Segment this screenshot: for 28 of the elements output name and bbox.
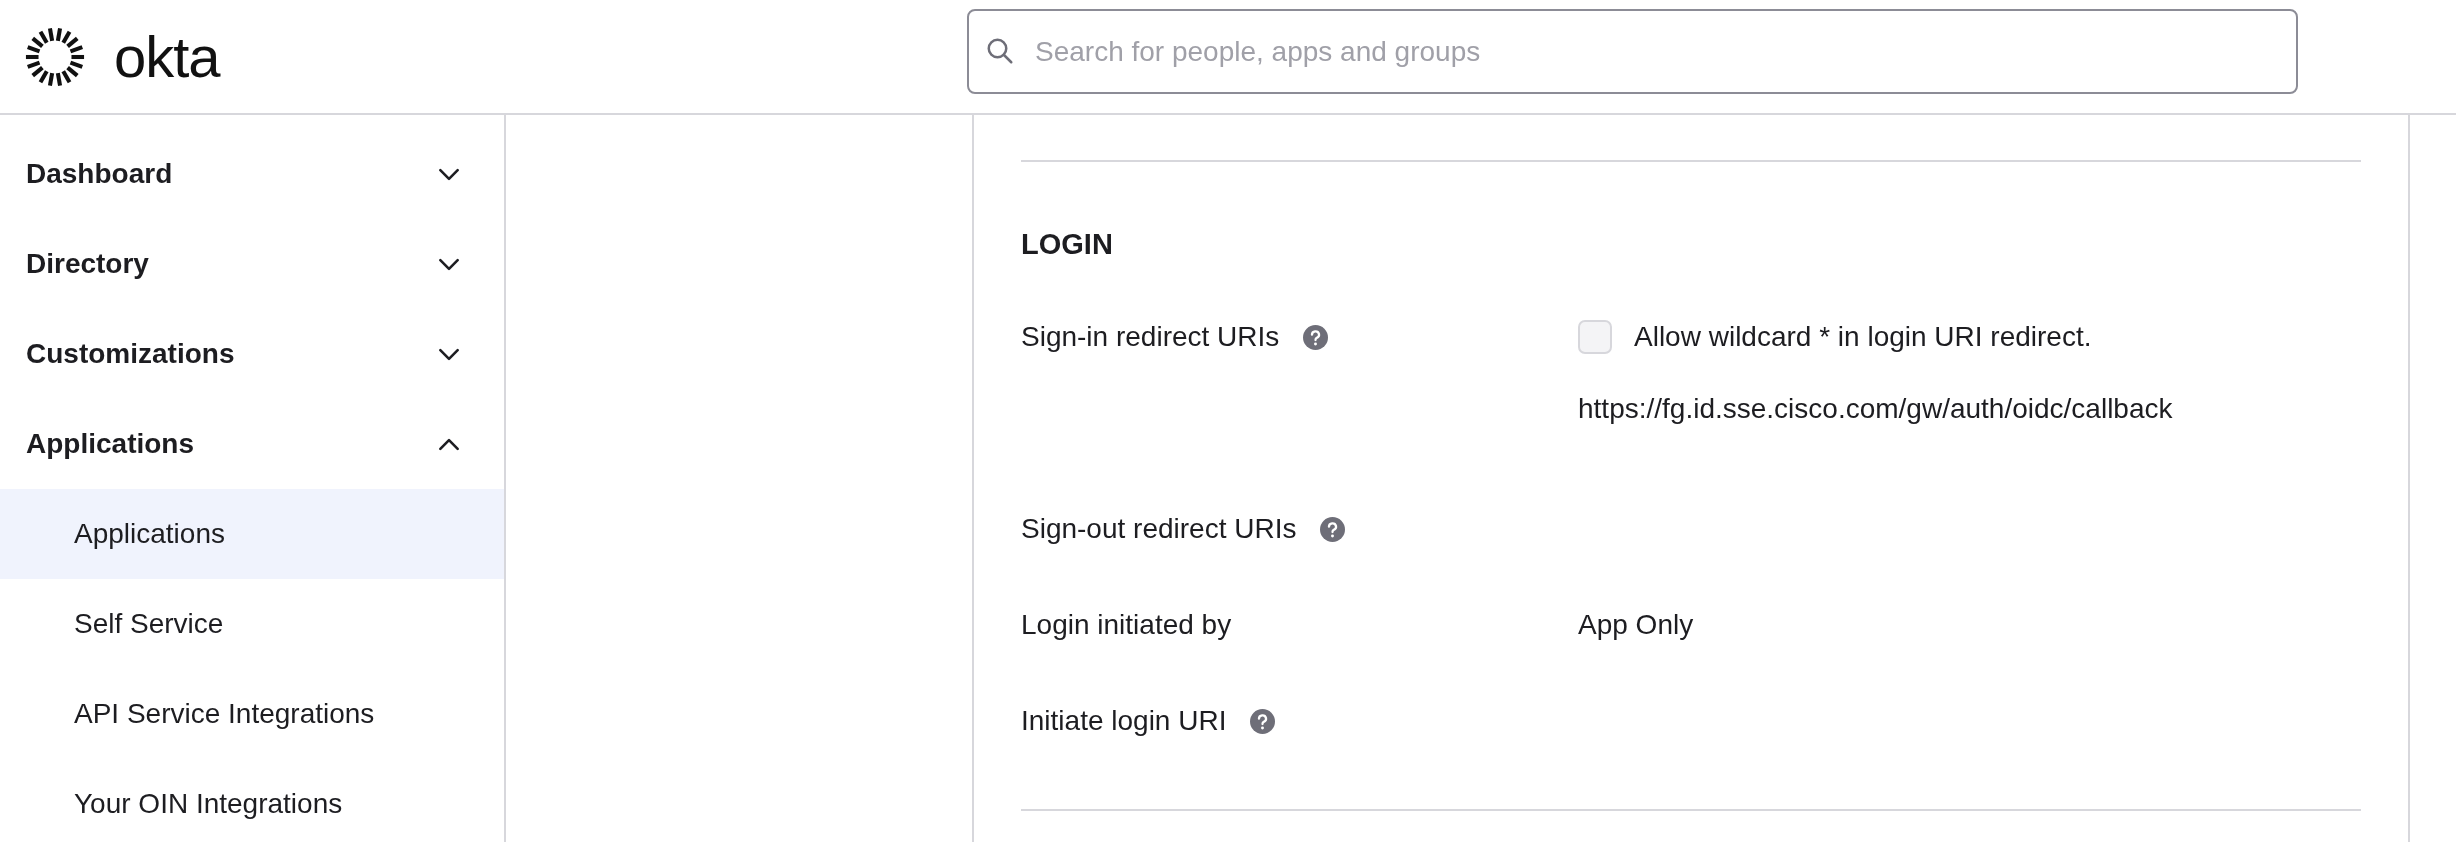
sunburst-logo-icon [24,25,86,88]
help-icon[interactable] [1320,517,1346,542]
field-label: Sign-out redirect URIs [1021,512,1297,546]
nav-subitem[interactable]: Your OIN Integrations [0,759,504,842]
nav-subitem[interactable]: Applications [0,489,504,579]
section-title: LOGIN [1021,227,1113,262]
search-icon [985,36,1015,66]
field-value: https://fg.id.sse.cisco.com/gw/auth/oidc/callback [1578,392,2174,426]
nav-section-item[interactable]: Directory [0,219,504,309]
field-value: App Only [1578,608,1695,642]
chevron-down-icon [438,167,460,181]
chevron-up-icon [438,437,460,451]
nav-subitem[interactable]: Self Service [0,579,504,669]
checkbox-label: Allow wildcard * in login URI redirect. [1634,320,2092,354]
nav-section-item[interactable]: Applications [0,399,504,489]
nav-subitem[interactable]: API Service Integrations [0,669,504,759]
logo-wordmark[interactable]: okta [114,23,220,90]
nav-section-item[interactable]: Customizations [0,309,504,399]
field-label: Login initiated by [1021,608,1232,642]
checkbox[interactable] [1578,320,1612,354]
help-icon[interactable] [1250,709,1276,734]
help-icon[interactable] [1303,325,1329,350]
chevron-down-icon [438,347,460,361]
search-field[interactable]: Search for people, apps and groups [967,9,2298,94]
chevron-down-icon [438,257,460,271]
field-label: Sign-in redirect URIs [1021,320,1280,354]
field-label: Initiate login URI [1021,704,1227,738]
nav-section-item[interactable]: Dashboard [0,129,504,219]
